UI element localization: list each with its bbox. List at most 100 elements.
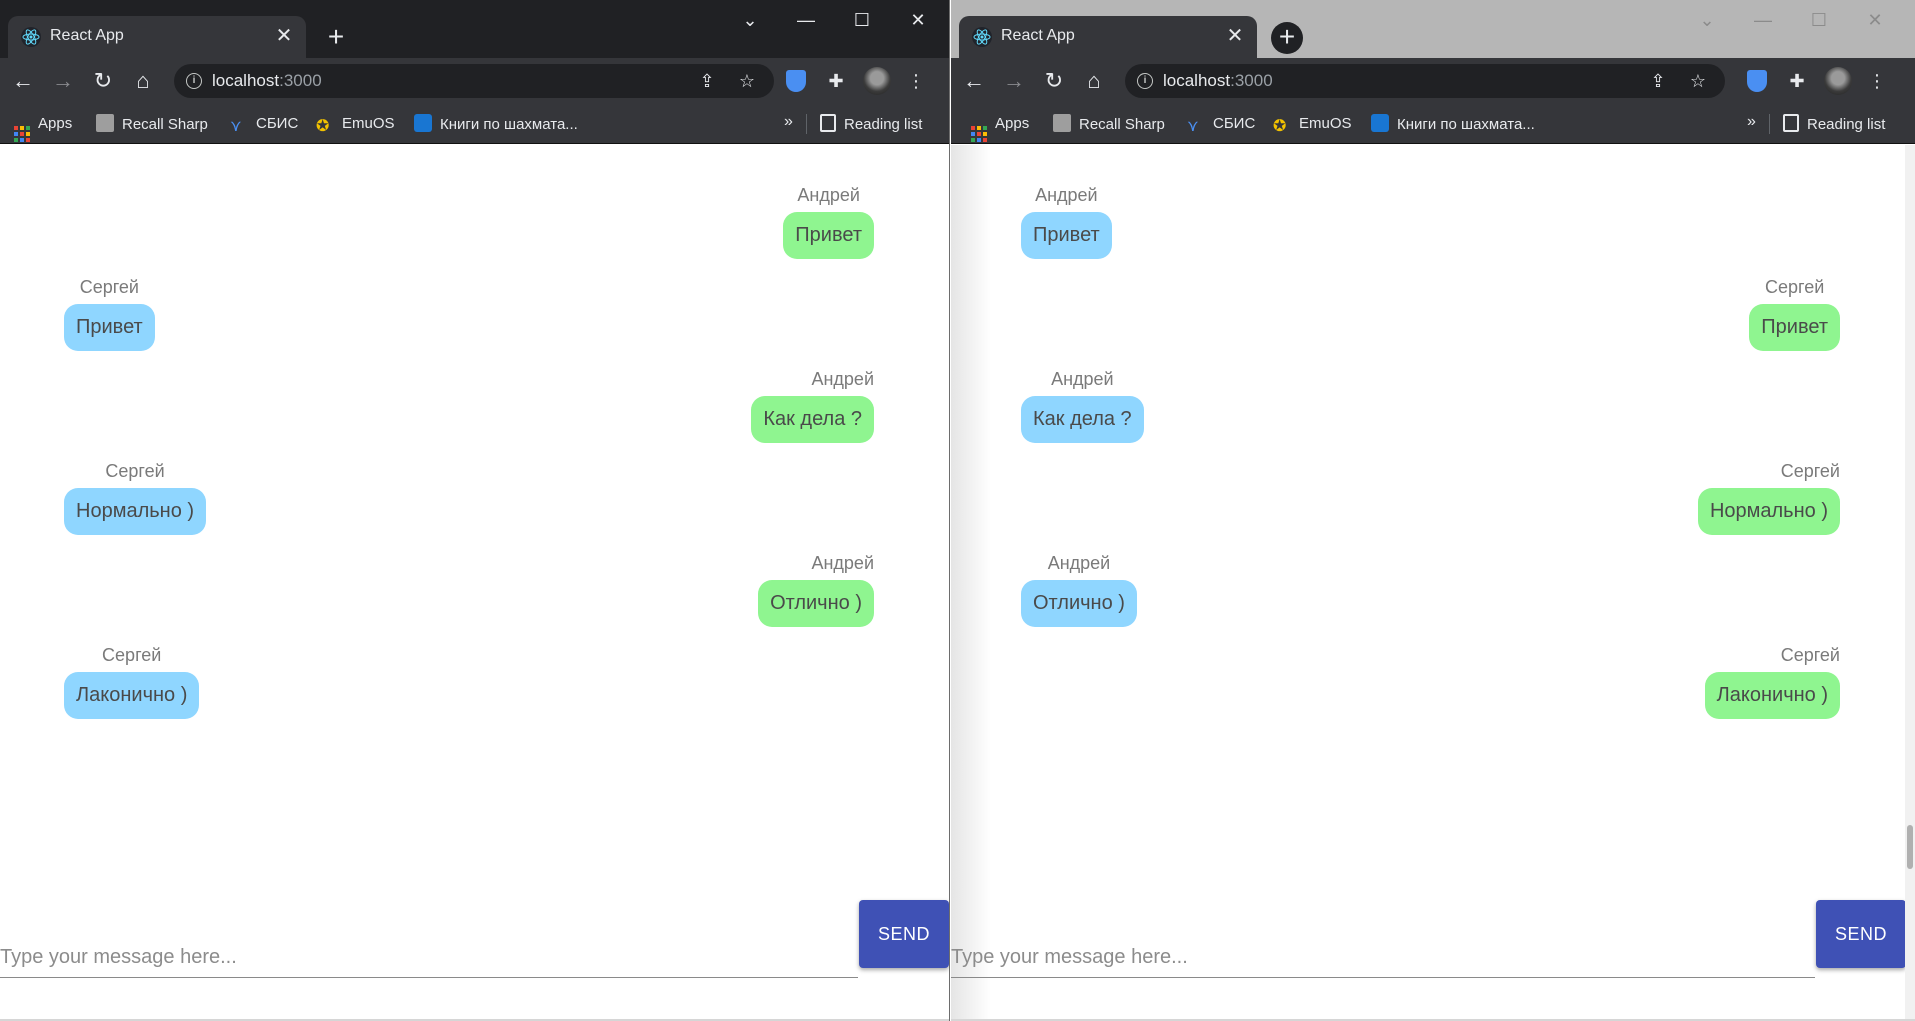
profile-avatar[interactable] (1824, 67, 1852, 95)
maximize-icon[interactable]: ☐ (842, 8, 882, 32)
bookmarks-divider (806, 114, 807, 134)
message-sender: Андрей (811, 369, 874, 389)
message-sender: Андрей (797, 185, 860, 205)
bookmark-star-icon[interactable]: ☆ (1687, 70, 1709, 92)
menu-kebab-icon[interactable]: ⋮ (903, 68, 929, 94)
bookmark-recall-sharp[interactable]: Recall Sharp (1053, 114, 1165, 134)
message-sender: Сергей (1780, 645, 1840, 665)
url-text: localhost:3000 (212, 71, 322, 90)
bookmarks-divider (1769, 114, 1770, 134)
bookmark-emuos[interactable]: ✪ EmuOS (316, 114, 395, 135)
reading-list-icon (1783, 114, 1799, 132)
title-bar: React App ✕ + ⌄ — ☐ ✕ (951, 0, 1915, 58)
apps-grid-icon (14, 126, 30, 142)
message-bubble: Лаконично ) (1704, 672, 1840, 719)
message-item: Андрей Отлично ) (758, 553, 874, 627)
message-sender: Андрей (1035, 185, 1098, 205)
message-bubble: Нормально ) (1697, 488, 1840, 535)
forward-icon[interactable]: → (999, 66, 1029, 96)
site-info-icon[interactable]: i (186, 73, 202, 89)
address-bar[interactable]: i localhost:3000 ⇪ ☆ (1125, 64, 1725, 98)
bookmark-chess-books[interactable]: Книги по шахмата... (414, 114, 578, 134)
extensions-puzzle-icon[interactable]: ✚ (823, 68, 849, 94)
reload-icon[interactable]: ↻ (1039, 66, 1069, 96)
message-composer: SEND (0, 900, 949, 978)
message-sender: Сергей (102, 645, 162, 665)
chat-page: Андрей Привет Сергей Привет Андрей Как д… (0, 145, 949, 1021)
shield-extension-icon[interactable] (1747, 70, 1767, 92)
message-item: Сергей Нормально ) (64, 461, 207, 535)
message-bubble: Как дела ? (1021, 396, 1144, 443)
message-bubble: Отлично ) (758, 580, 874, 627)
home-icon[interactable]: ⌂ (1079, 66, 1109, 96)
message-bubble: Привет (64, 304, 155, 351)
address-bar[interactable]: i localhost:3000 ⇪ ☆ (174, 64, 774, 98)
bookmark-chess-books[interactable]: Книги по шахмата... (1371, 114, 1535, 134)
camera-icon (96, 114, 114, 132)
message-sender: Андрей (1051, 369, 1114, 389)
tab-react-app[interactable]: React App ✕ (959, 16, 1257, 58)
bookmark-emuos[interactable]: ✪ EmuOS (1273, 114, 1352, 135)
bookmark-star-icon[interactable]: ☆ (736, 70, 758, 92)
message-item: Сергей Привет (64, 277, 155, 351)
tab-close-icon[interactable]: ✕ (1225, 25, 1245, 47)
url-text: localhost:3000 (1163, 71, 1273, 90)
message-item: Сергей Привет (1749, 277, 1840, 351)
bookmark-sbis[interactable]: ⋎ СБИС (230, 114, 298, 135)
tab-search-icon[interactable]: ⌄ (1687, 8, 1727, 32)
bookmark-sbis[interactable]: ⋎ СБИС (1187, 114, 1255, 135)
reload-icon[interactable]: ↻ (88, 66, 118, 96)
new-tab-icon[interactable]: + (1271, 22, 1303, 54)
bookmarks-overflow-icon[interactable]: » (1747, 113, 1756, 131)
tab-search-icon[interactable]: ⌄ (730, 8, 770, 32)
minimize-icon[interactable]: — (786, 8, 826, 32)
tab-title: React App (50, 27, 124, 44)
profile-avatar[interactable] (863, 67, 891, 95)
back-icon[interactable]: ← (959, 66, 989, 96)
bookmark-apps[interactable]: Apps (14, 114, 72, 142)
message-bubble: Как дела ? (751, 396, 874, 443)
message-item: Сергей Лаконично ) (64, 645, 200, 719)
send-button[interactable]: SEND (1816, 900, 1906, 968)
tab-close-icon[interactable]: ✕ (274, 25, 294, 47)
reading-list-icon (820, 114, 836, 132)
bookmarks-overflow-icon[interactable]: » (784, 113, 793, 131)
message-input[interactable] (951, 938, 1815, 978)
window-close-icon[interactable]: ✕ (898, 8, 938, 32)
scrollbar-thumb[interactable] (1907, 825, 1913, 869)
react-icon (972, 27, 992, 47)
maximize-icon[interactable]: ☐ (1799, 8, 1839, 32)
message-sender: Сергей (1780, 461, 1840, 481)
message-input[interactable] (0, 938, 858, 978)
message-sender: Андрей (1047, 553, 1111, 573)
home-icon[interactable]: ⌂ (128, 66, 158, 96)
share-icon[interactable]: ⇪ (1647, 70, 1669, 92)
page-scrollbar[interactable] (1905, 145, 1915, 1021)
message-bubble: Лаконично ) (64, 672, 200, 719)
reading-list-button[interactable]: Reading list (820, 114, 922, 134)
menu-kebab-icon[interactable]: ⋮ (1864, 68, 1890, 94)
bookmark-apps[interactable]: Apps (971, 114, 1029, 142)
message-composer: SEND (951, 900, 1906, 978)
sbis-logo-icon: ⋎ (230, 118, 242, 135)
chess-site-icon (1371, 114, 1389, 132)
forward-icon[interactable]: → (48, 66, 78, 96)
send-button[interactable]: SEND (859, 900, 949, 968)
message-bubble: Привет (1021, 212, 1112, 259)
message-item: Сергей Нормально ) (1697, 461, 1840, 535)
extensions-puzzle-icon[interactable]: ✚ (1784, 68, 1810, 94)
window-close-icon[interactable]: ✕ (1855, 8, 1895, 32)
minimize-icon[interactable]: — (1743, 8, 1783, 32)
new-tab-icon[interactable]: + (320, 22, 352, 54)
shield-extension-icon[interactable] (786, 70, 806, 92)
browser-toolbar: ← → ↻ ⌂ i localhost:3000 ⇪ ☆ ✚ ⋮ (0, 58, 949, 104)
bookmark-recall-sharp[interactable]: Recall Sharp (96, 114, 208, 134)
back-icon[interactable]: ← (8, 66, 38, 96)
tab-title: React App (1001, 27, 1075, 44)
share-icon[interactable]: ⇪ (696, 70, 718, 92)
message-bubble: Привет (1749, 304, 1840, 351)
message-item: Андрей Как дела ? (1021, 369, 1144, 443)
reading-list-button[interactable]: Reading list (1783, 114, 1885, 134)
tab-react-app[interactable]: React App ✕ (8, 16, 306, 58)
site-info-icon[interactable]: i (1137, 73, 1153, 89)
